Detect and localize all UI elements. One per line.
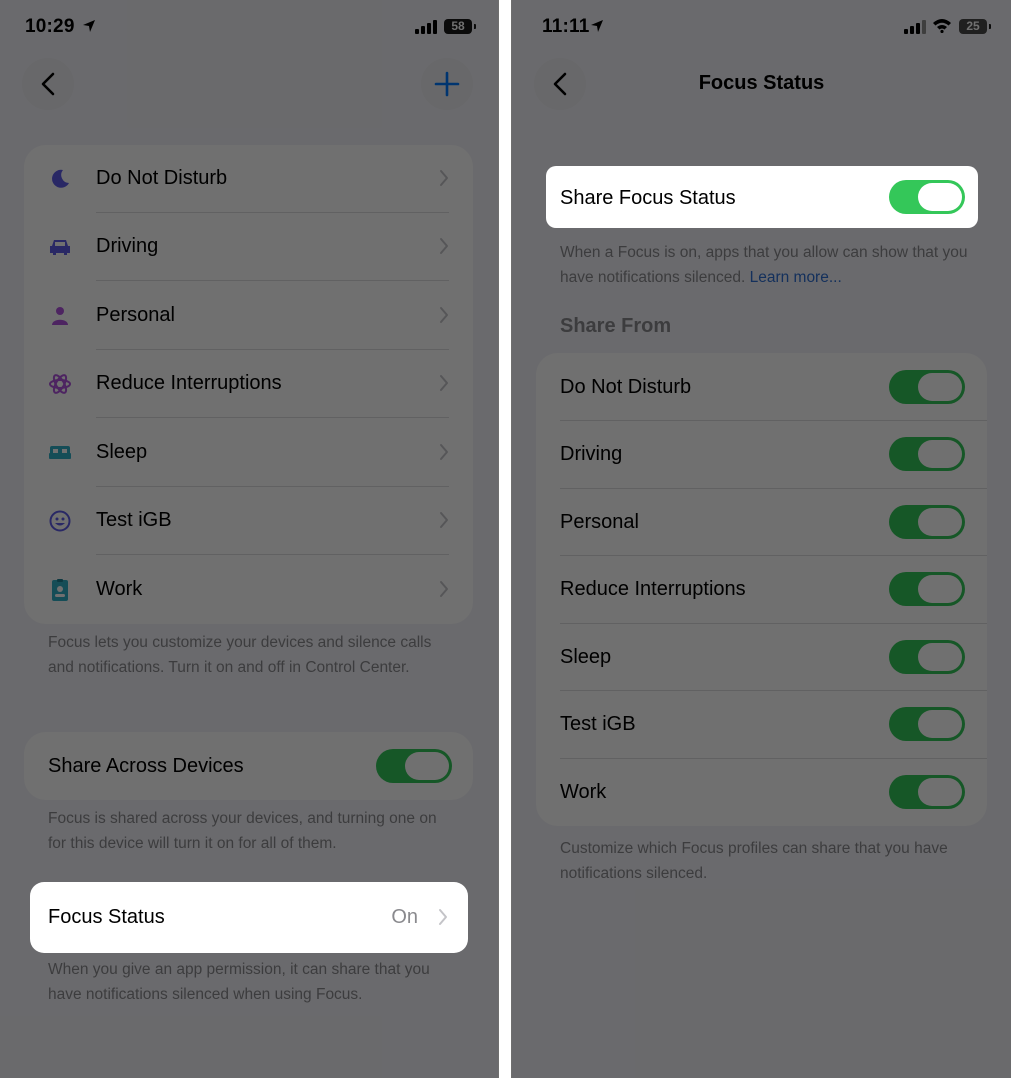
chevron-right-icon bbox=[439, 909, 447, 925]
focus-settings-screen: 10:29 58 Do Not Disturb Driving Personal… bbox=[0, 0, 498, 1078]
share-focus-status-row: Share Focus Status bbox=[546, 166, 978, 228]
share-across-devices-label: Share Across Devices bbox=[48, 755, 244, 777]
share-from-row-test-igb: Test iGB bbox=[536, 690, 987, 758]
share-from-list: Do Not Disturb Driving Personal Reduce I… bbox=[536, 353, 987, 826]
share-across-devices-row: Share Across Devices bbox=[24, 732, 473, 800]
status-bar: 11:11 25 bbox=[512, 16, 1011, 44]
share-from-row-work: Work bbox=[536, 758, 987, 826]
status-bar: 10:29 58 bbox=[0, 16, 498, 44]
chevron-right-icon bbox=[440, 444, 448, 460]
share-from-label: Reduce Interruptions bbox=[560, 578, 746, 600]
share-from-footnote: Customize which Focus profiles can share… bbox=[560, 840, 948, 882]
focus-status-row[interactable]: Focus Status On bbox=[30, 882, 468, 953]
focus-row-label: Test iGB bbox=[96, 509, 172, 531]
learn-more-link[interactable]: Learn more... bbox=[750, 269, 842, 286]
share-from-row-do-not-disturb: Do Not Disturb bbox=[536, 353, 987, 421]
focus-row-test-igb[interactable]: Test iGB bbox=[24, 487, 473, 555]
focus-row-label: Work bbox=[96, 578, 143, 600]
share-from-label: Driving bbox=[560, 443, 623, 465]
chevron-left-icon bbox=[553, 72, 567, 96]
badge-icon bbox=[48, 578, 72, 602]
plus-icon bbox=[434, 71, 460, 97]
focus-row-label: Personal bbox=[96, 304, 175, 326]
chevron-left-icon bbox=[41, 72, 55, 96]
focus-row-do-not-disturb[interactable]: Do Not Disturb bbox=[24, 145, 473, 213]
cellular-signal-icon bbox=[415, 20, 437, 34]
share-focus-status-label: Share Focus Status bbox=[560, 187, 736, 209]
chevron-right-icon bbox=[440, 581, 448, 597]
share-focus-footnote: When a Focus is on, apps that you allow … bbox=[560, 240, 980, 290]
share-focus-status-toggle[interactable] bbox=[889, 180, 965, 214]
focus-row-label: Do Not Disturb bbox=[96, 167, 228, 189]
page-title: Focus Status bbox=[698, 72, 825, 94]
chevron-right-icon bbox=[440, 307, 448, 323]
flower-icon bbox=[48, 372, 72, 396]
focus-status-footnote: When you give an app permission, it can … bbox=[48, 961, 430, 1003]
battery-icon: 25 bbox=[959, 19, 991, 34]
share-from-toggle[interactable] bbox=[889, 775, 965, 809]
focus-row-reduce-interruptions[interactable]: Reduce Interruptions bbox=[24, 350, 473, 418]
share-from-row-personal: Personal bbox=[536, 488, 987, 556]
cellular-signal-icon bbox=[904, 20, 926, 34]
share-from-label: Personal bbox=[560, 511, 639, 533]
back-button[interactable] bbox=[22, 58, 74, 110]
focus-status-screen: 11:11 25 Focus Status When a Focus is on… bbox=[512, 0, 1011, 1078]
battery-icon: 58 bbox=[444, 19, 476, 34]
focus-status-value: On bbox=[391, 906, 418, 928]
share-from-label: Sleep bbox=[560, 646, 612, 668]
status-time: 10:29 bbox=[25, 16, 75, 37]
chevron-right-icon bbox=[440, 375, 448, 391]
smiley-icon bbox=[48, 509, 72, 533]
share-across-footnote: Focus is shared across your devices, and… bbox=[48, 810, 437, 852]
share-from-label: Do Not Disturb bbox=[560, 376, 692, 398]
chevron-right-icon bbox=[440, 512, 448, 528]
moon-icon bbox=[48, 167, 72, 191]
share-from-row-sleep: Sleep bbox=[536, 623, 987, 691]
share-from-toggle[interactable] bbox=[889, 437, 965, 471]
focus-row-driving[interactable]: Driving bbox=[24, 213, 473, 281]
share-from-label: Work bbox=[560, 781, 607, 803]
focus-row-personal[interactable]: Personal bbox=[24, 282, 473, 350]
share-from-toggle[interactable] bbox=[889, 640, 965, 674]
chevron-right-icon bbox=[440, 238, 448, 254]
focus-row-sleep[interactable]: Sleep bbox=[24, 419, 473, 487]
screenshot-divider bbox=[498, 0, 512, 1078]
share-from-header: Share From bbox=[560, 315, 672, 337]
location-arrow-icon bbox=[591, 20, 603, 32]
share-from-label: Test iGB bbox=[560, 713, 636, 735]
share-from-toggle[interactable] bbox=[889, 572, 965, 606]
bed-icon bbox=[48, 441, 72, 465]
focus-row-work[interactable]: Work bbox=[24, 556, 473, 624]
add-focus-button[interactable] bbox=[421, 58, 473, 110]
back-button[interactable] bbox=[534, 58, 586, 110]
focus-status-label: Focus Status bbox=[48, 906, 165, 928]
share-from-toggle[interactable] bbox=[889, 505, 965, 539]
share-from-toggle[interactable] bbox=[889, 370, 965, 404]
focus-row-label: Sleep bbox=[96, 441, 148, 463]
focus-footnote: Focus lets you customize your devices an… bbox=[48, 634, 432, 676]
share-from-row-reduce-interruptions: Reduce Interruptions bbox=[536, 555, 987, 623]
wifi-icon bbox=[933, 19, 951, 33]
share-from-toggle[interactable] bbox=[889, 707, 965, 741]
location-arrow-icon bbox=[83, 20, 95, 32]
share-from-row-driving: Driving bbox=[536, 420, 987, 488]
focus-row-label: Reduce Interruptions bbox=[96, 372, 282, 394]
share-across-devices-toggle[interactable] bbox=[376, 749, 452, 783]
focus-row-label: Driving bbox=[96, 235, 159, 257]
person-icon bbox=[48, 304, 72, 328]
chevron-right-icon bbox=[440, 170, 448, 186]
status-time: 11:11 bbox=[542, 16, 590, 37]
focus-modes-list: Do Not Disturb Driving Personal Reduce I… bbox=[24, 145, 473, 624]
car-icon bbox=[48, 235, 72, 259]
